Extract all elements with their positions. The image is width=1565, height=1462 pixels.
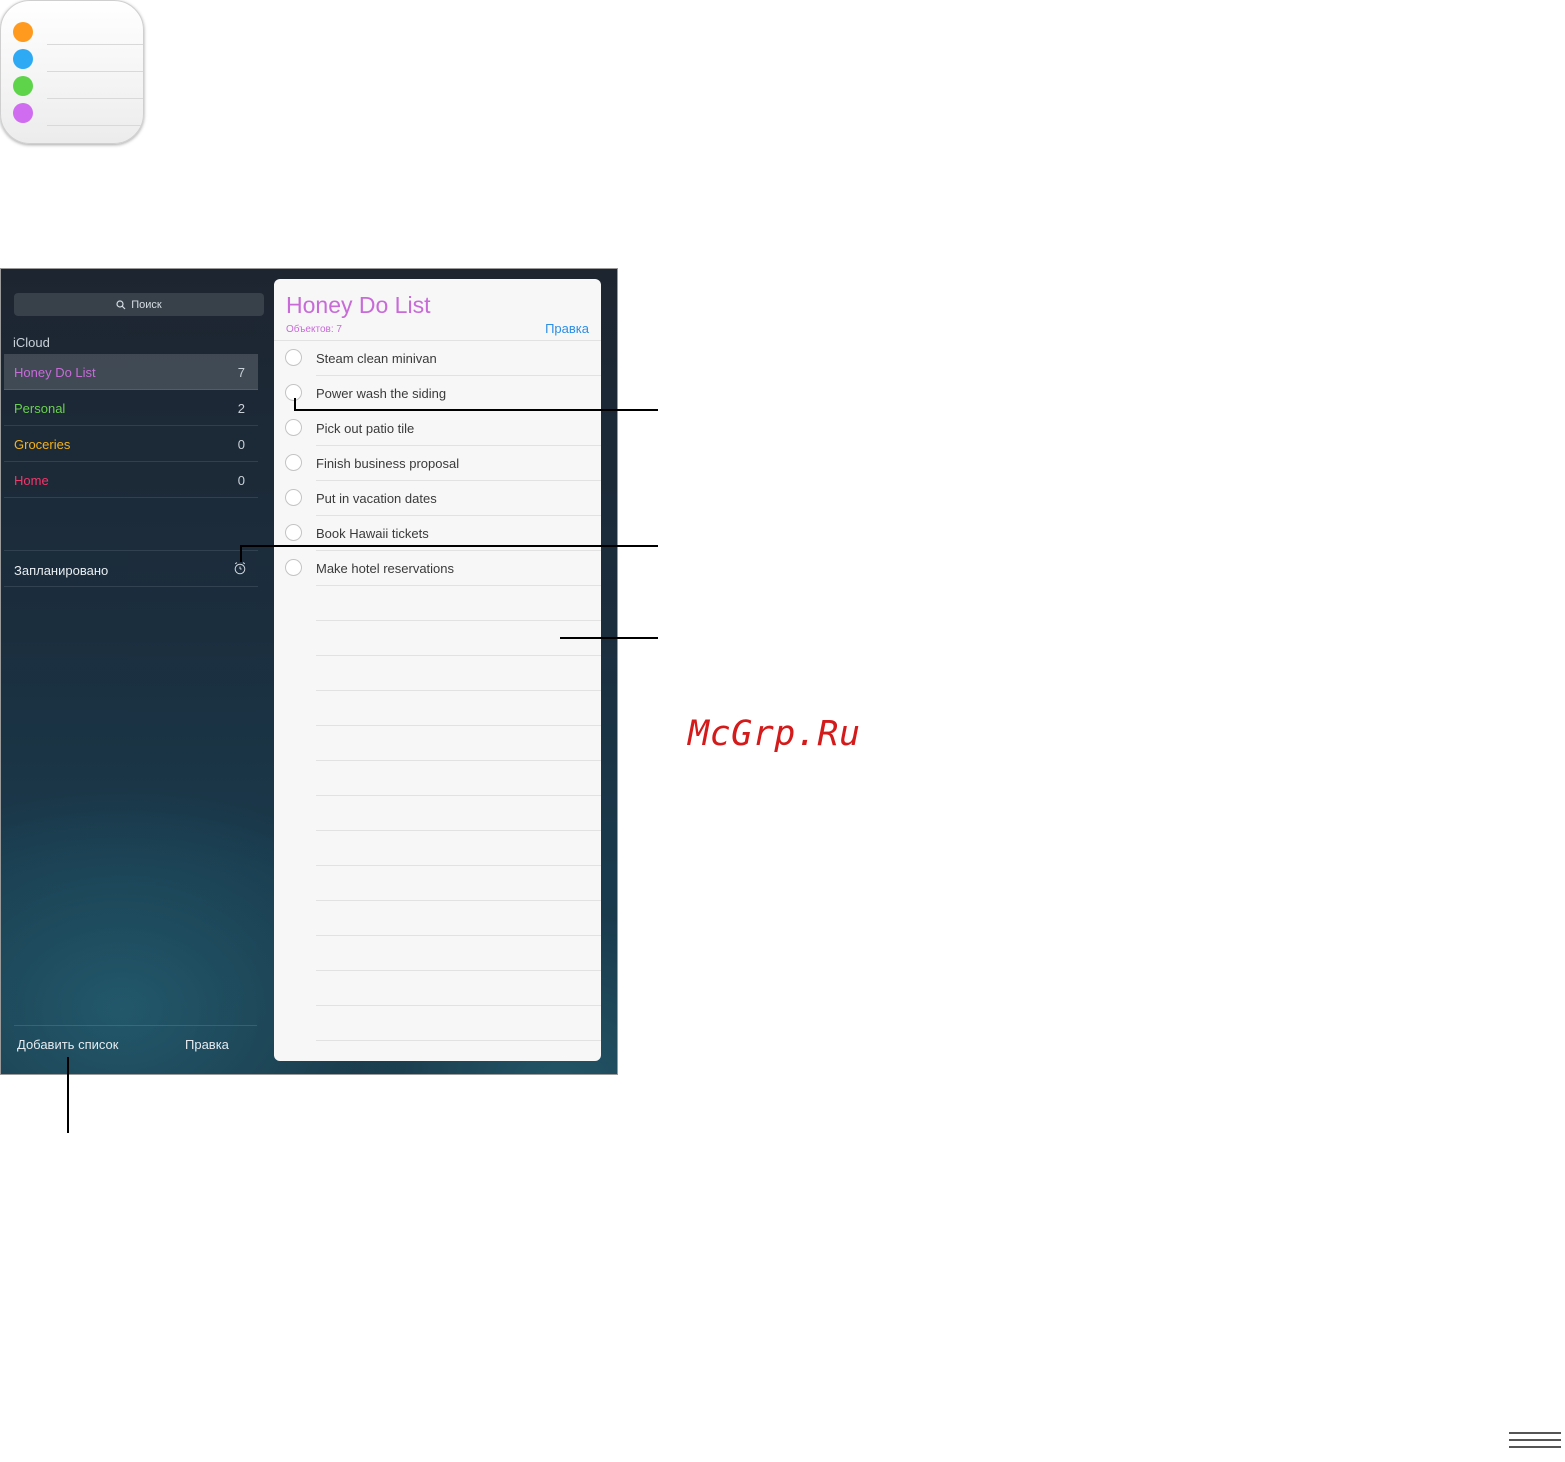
empty-row-divider (316, 620, 601, 621)
callout-line-add-list (67, 1057, 69, 1133)
task-text: Make hotel reservations (316, 561, 455, 576)
task-checkbox[interactable] (285, 489, 302, 506)
sidebar-item-home[interactable]: Home 0 (4, 462, 258, 498)
task-checkbox[interactable] (285, 349, 302, 366)
task-item[interactable]: Pick out patio tile (274, 411, 601, 446)
footer-divider (14, 1025, 257, 1026)
icon-divider (47, 98, 143, 99)
menu-icon-bar (1509, 1439, 1561, 1441)
list-count: 0 (237, 437, 245, 452)
sidebar-item-scheduled[interactable]: Запланировано (4, 550, 258, 587)
blue-dot-icon (13, 49, 33, 69)
empty-row-divider (316, 760, 601, 761)
list-count: 7 (237, 365, 245, 380)
empty-row-divider (316, 830, 601, 831)
task-item[interactable]: Put in vacation dates (274, 481, 601, 516)
icon-divider (47, 71, 143, 72)
callout-line-scheduled-tick (240, 545, 242, 562)
reminders-app-icon (0, 0, 144, 144)
callout-line-empty-row (560, 637, 658, 639)
sidebar-edit-button[interactable]: Правка (185, 1037, 229, 1052)
empty-row-divider (316, 865, 601, 866)
icon-row (13, 100, 143, 126)
task-item[interactable]: Make hotel reservations (274, 551, 601, 586)
icloud-section-title: iCloud (13, 335, 50, 350)
task-checkbox[interactable] (285, 419, 302, 436)
empty-row-divider (316, 935, 601, 936)
list-name: Home (14, 473, 49, 488)
task-text: Put in vacation dates (316, 491, 437, 506)
icon-row (13, 73, 143, 99)
icon-divider (47, 125, 143, 126)
reminders-screenshot: Поиск iCloud Honey Do List 7 Personal 2 … (0, 268, 618, 1075)
empty-row-divider (316, 690, 601, 691)
menu-icon-bar (1509, 1446, 1561, 1448)
purple-dot-icon (13, 103, 33, 123)
menu-icon-bar (1509, 1432, 1561, 1434)
icon-row (13, 46, 143, 72)
empty-row-divider (316, 900, 601, 901)
callout-line-task (294, 409, 658, 411)
task-checkbox[interactable] (285, 524, 302, 541)
list-name: Personal (14, 401, 66, 416)
list-title: Honey Do List (286, 292, 431, 318)
scheduled-label: Запланировано (14, 563, 109, 578)
task-item[interactable]: Finish business proposal (274, 446, 601, 481)
task-divider (316, 585, 601, 586)
icon-row (13, 19, 143, 45)
list-name: Groceries (14, 437, 71, 452)
search-input[interactable]: Поиск (14, 293, 264, 316)
task-checkbox[interactable] (285, 559, 302, 576)
orange-dot-icon (13, 22, 33, 42)
empty-row-divider (316, 1005, 601, 1006)
list-name: Honey Do List (14, 365, 96, 380)
add-list-button[interactable]: Добавить список (17, 1037, 118, 1052)
empty-row-divider (316, 795, 601, 796)
task-item[interactable]: Power wash the siding (274, 376, 601, 411)
list-detail-panel: Honey Do List Объектов: 7 Правка Steam c… (274, 279, 601, 1061)
task-checkbox[interactable] (285, 454, 302, 471)
icon-divider (47, 44, 143, 45)
task-item[interactable]: Steam clean minivan (274, 341, 601, 376)
task-text: Pick out patio tile (316, 421, 415, 436)
search-icon (116, 299, 126, 309)
task-text: Finish business proposal (316, 456, 460, 471)
task-text: Power wash the siding (316, 386, 447, 401)
search-placeholder: Поиск (131, 298, 162, 311)
list-count: 2 (237, 401, 245, 416)
edit-button[interactable]: Правка (545, 321, 589, 336)
sidebar-item-honey-do-list[interactable]: Honey Do List 7 (4, 354, 258, 390)
callout-line-task-tick (294, 398, 296, 410)
empty-row-divider (316, 655, 601, 656)
empty-row-divider (316, 725, 601, 726)
task-text: Book Hawaii tickets (316, 526, 429, 541)
callout-line-scheduled (240, 545, 658, 547)
empty-row-divider (316, 1040, 601, 1041)
sidebar-item-personal[interactable]: Personal 2 (4, 390, 258, 426)
sidebar-item-groceries[interactable]: Groceries 0 (4, 426, 258, 462)
green-dot-icon (13, 76, 33, 96)
task-text: Steam clean minivan (316, 351, 437, 366)
item-count-label: Объектов: 7 (286, 324, 342, 335)
empty-row-divider (316, 970, 601, 971)
watermark-text: McGrp.Ru (688, 714, 861, 754)
list-count: 0 (237, 473, 245, 488)
alarm-clock-icon (234, 562, 246, 575)
hamburger-menu-icon[interactable] (1509, 1432, 1561, 1450)
